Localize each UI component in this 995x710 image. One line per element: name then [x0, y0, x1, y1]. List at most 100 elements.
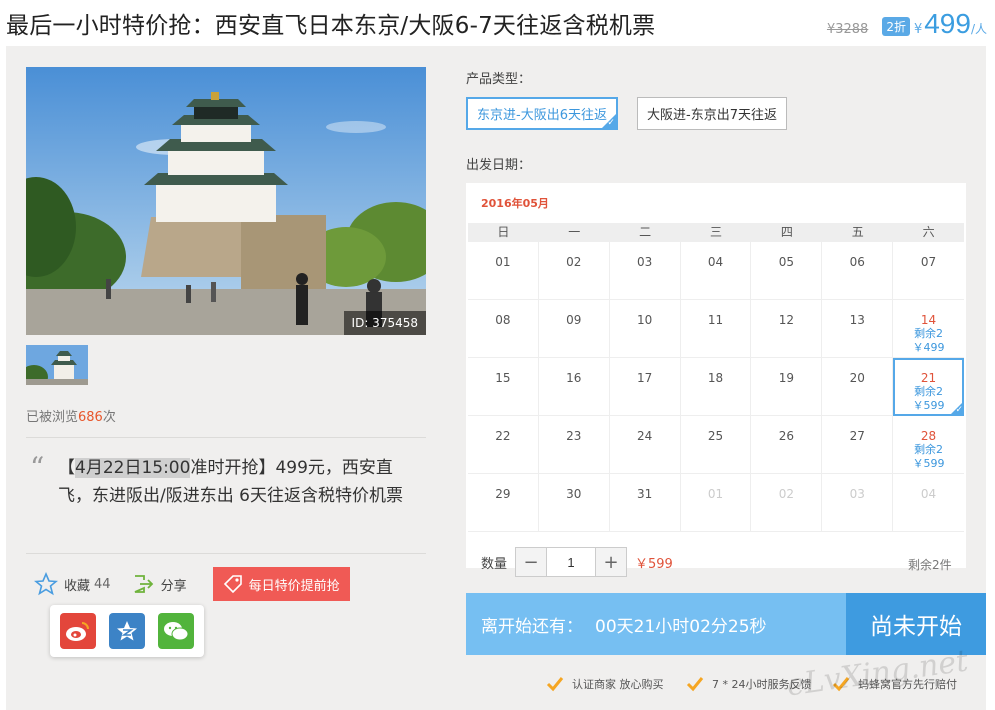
weekday-label: 四 — [780, 225, 793, 239]
qzone-icon[interactable] — [108, 613, 145, 649]
day-number: 27 — [849, 429, 865, 443]
calendar-day[interactable]: 22 — [468, 416, 539, 474]
weekday-label: 六 — [922, 225, 935, 239]
calendar-day[interactable]: 19 — [751, 358, 823, 416]
calendar-day[interactable]: 04 — [680, 242, 752, 300]
calendar-day[interactable]: 02 — [751, 474, 823, 532]
calendar-day[interactable]: 30 — [538, 474, 610, 532]
product-type-option-2[interactable]: 大阪进-东京出7天往返 — [637, 97, 787, 130]
total-price: ￥599 — [635, 556, 673, 572]
daily-deal-button[interactable]: 每日特价提前抢 — [212, 567, 350, 601]
weekday-label: 三 — [710, 225, 723, 239]
calendar-day[interactable]: 20 — [822, 358, 894, 416]
calendar-day[interactable]: 06 — [822, 242, 894, 300]
original-price: ¥3288 — [826, 22, 869, 37]
day-price: ￥499 — [912, 341, 945, 354]
calendar-day[interactable]: 17 — [609, 358, 681, 416]
quantity-row: 数量 − + ￥599 — [481, 547, 673, 577]
calendar-day[interactable]: 18 — [680, 358, 752, 416]
day-number: 02 — [566, 255, 582, 269]
weekday-label: 日 — [497, 225, 510, 239]
photo-thumbnail[interactable] — [26, 345, 88, 385]
product-panel: ID: 375458 已被浏览686次 “ 【4月22日15:00准时开抢】49… — [6, 46, 986, 710]
calendar-day[interactable]: 24 — [609, 416, 681, 474]
action-bar: 收藏 44 分享 每日特价提前抢 — [34, 567, 350, 601]
calendar-day[interactable]: 02 — [538, 242, 610, 300]
day-number: 21 — [920, 371, 937, 385]
share-label: 分享 — [160, 578, 187, 594]
day-number: 28 — [920, 429, 937, 443]
guarantee-text: 认证商家 放心购买 — [572, 678, 664, 691]
calendar-day[interactable]: 15 — [468, 358, 539, 416]
calendar-day[interactable]: 14 剩余2 ￥499 — [893, 300, 964, 358]
calendar-day[interactable]: 23 — [538, 416, 610, 474]
star-icon — [34, 572, 58, 596]
calendar-day[interactable]: 28 剩余2 ￥599 — [893, 416, 964, 474]
check-icon — [546, 677, 564, 692]
day-number: 23 — [566, 429, 582, 443]
favorite-count: 44 — [94, 576, 111, 592]
quote-icon: “ — [30, 451, 45, 484]
day-number: 10 — [636, 313, 653, 327]
calendar-day[interactable]: 07 — [893, 242, 964, 300]
increment-button[interactable]: + — [596, 548, 627, 576]
calendar-day[interactable]: 25 — [680, 416, 752, 474]
weekday-label: 五 — [851, 225, 864, 239]
calendar-day[interactable]: 27 — [822, 416, 894, 474]
discount-badge: 2折 — [882, 17, 910, 36]
product-type-option-1[interactable]: 东京进-大阪出6天往返 ✓ — [466, 97, 618, 130]
calendar-day[interactable]: 04 — [893, 474, 964, 532]
day-remaining: 剩余2 — [914, 385, 944, 398]
day-number: 31 — [636, 487, 653, 501]
divider — [26, 437, 426, 438]
calendar-day[interactable]: 11 — [680, 300, 752, 358]
calendar-day[interactable]: 03 — [609, 242, 681, 300]
quantity-input[interactable] — [546, 548, 597, 576]
day-number: 06 — [849, 255, 865, 269]
currency-symbol: ¥ — [913, 22, 923, 37]
wechat-icon[interactable] — [157, 613, 194, 649]
day-price: ￥599 — [912, 457, 945, 470]
calendar-day[interactable]: 05 — [751, 242, 823, 300]
calendar-day[interactable]: 31 — [609, 474, 681, 532]
decrement-button[interactable]: − — [516, 548, 547, 576]
calendar-day[interactable]: 16 — [538, 358, 610, 416]
view-count: 已被浏览686次 — [26, 406, 116, 425]
day-number: 19 — [778, 371, 794, 385]
calendar-day[interactable]: 01 — [468, 242, 539, 300]
calendar-day[interactable]: 09 — [538, 300, 610, 358]
calendar-day[interactable]: 10 — [609, 300, 681, 358]
day-number: 30 — [566, 487, 582, 501]
daily-deal-label: 每日特价提前抢 — [248, 578, 340, 594]
calendar-grid: 01 02 03 04 05 06 07 08 09 10 11 12 13 14 剩余2 ￥499 15 16 1… — [468, 242, 964, 532]
views-number: 686 — [78, 410, 103, 425]
day-number: 15 — [495, 371, 511, 385]
sale-start-time: 4月22日15:00 — [75, 458, 191, 478]
day-number: 17 — [636, 371, 653, 385]
product-type-text: 东京进-大阪出6天往返 — [477, 108, 607, 123]
price-box: ¥3288 2折 ¥ 499 /人 — [827, 8, 987, 40]
calendar-day[interactable]: 13 — [822, 300, 894, 358]
day-number: 01 — [495, 255, 511, 269]
calendar-day[interactable]: 12 — [751, 300, 823, 358]
calendar-day[interactable]: 21 剩余2 ￥599 ✓ — [893, 358, 964, 416]
calendar-day[interactable]: 03 — [822, 474, 894, 532]
check-icon: ✓ — [607, 118, 615, 128]
share-popover — [50, 605, 204, 657]
calendar-day[interactable]: 01 — [680, 474, 752, 532]
share-icon — [134, 575, 153, 593]
share-button[interactable]: 分享 — [131, 572, 187, 596]
weibo-icon[interactable] — [60, 613, 97, 649]
calendar-day[interactable]: 26 — [751, 416, 823, 474]
divider — [26, 553, 426, 554]
favorite-button[interactable]: 收藏 44 — [34, 572, 111, 596]
calendar-day[interactable]: 29 — [468, 474, 539, 532]
favorite-label: 收藏 — [64, 578, 91, 594]
day-number: 07 — [920, 255, 937, 269]
day-number: 09 — [566, 313, 582, 327]
main-photo[interactable]: ID: 375458 — [26, 67, 426, 335]
calendar-day[interactable]: 08 — [468, 300, 539, 358]
quantity-stepper: − + — [515, 547, 628, 577]
calendar-month: 2016年05月 — [481, 197, 549, 210]
day-number: 20 — [849, 371, 865, 385]
